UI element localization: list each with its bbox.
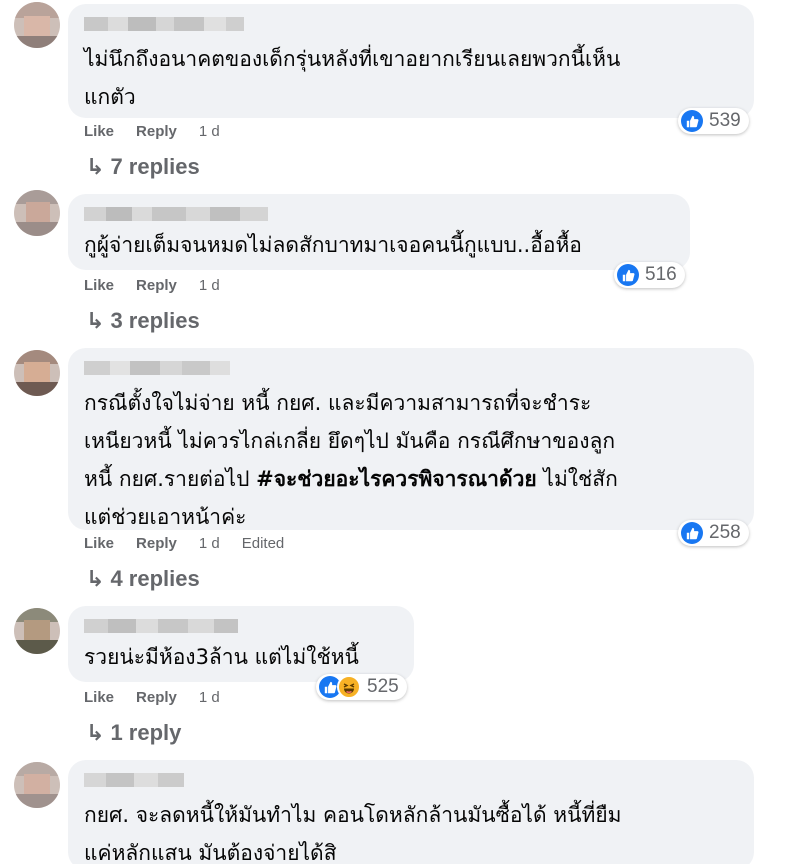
commenter-name-redacted[interactable] xyxy=(84,16,738,32)
reaction-summary[interactable]: 539 xyxy=(678,108,749,134)
comment-text: รวยน่ะมีห้อง3ล้าน แต่ไม่ใช้หนี้ xyxy=(84,645,359,669)
like-icon xyxy=(681,110,703,132)
comment-text: กรณีตั้งใจไม่จ่าย หนี้ กยศ. และมีความสาม… xyxy=(84,391,592,415)
timestamp[interactable]: 1 d xyxy=(199,689,220,706)
comment-text: กยศ. จะลดหนี้ให้มันทำไม คอนโดหลักล้านมัน… xyxy=(84,803,622,827)
haha-icon xyxy=(337,675,361,699)
reply-arrow-icon: ↳ xyxy=(86,154,105,180)
avatar[interactable] xyxy=(14,608,60,654)
view-replies-link[interactable]: ↳ 7 replies xyxy=(86,154,200,180)
commenter-name-redacted[interactable] xyxy=(84,772,738,788)
avatar[interactable] xyxy=(14,190,60,236)
like-button[interactable]: Like xyxy=(84,277,114,294)
comment-actions: Like Reply 1 d Edited xyxy=(84,535,284,552)
comment-bubble: กยศ. จะลดหนี้ให้มันทำไม คอนโดหลักล้านมัน… xyxy=(68,760,754,864)
like-button[interactable]: Like xyxy=(84,123,114,140)
view-replies-link[interactable]: ↳ 1 reply xyxy=(86,720,181,746)
commenter-name-redacted[interactable] xyxy=(84,206,674,222)
like-icon xyxy=(681,522,703,544)
reply-button[interactable]: Reply xyxy=(136,689,177,706)
replies-count-label: 3 replies xyxy=(110,308,200,333)
edited-label[interactable]: Edited xyxy=(242,535,285,552)
commenter-name-redacted[interactable] xyxy=(84,618,398,634)
avatar[interactable] xyxy=(14,350,60,396)
comment-bubble: ไม่นึกถึงอนาคตของเด็กรุ่นหลังที่เขาอยากเ… xyxy=(68,4,754,118)
view-replies-link[interactable]: ↳ 3 replies xyxy=(86,308,200,334)
comment-text: แต่ช่วยเอาหน้าค่ะ xyxy=(84,505,247,529)
replies-count-label: 1 reply xyxy=(110,720,182,745)
comment-bubble: กรณีตั้งใจไม่จ่าย หนี้ กยศ. และมีความสาม… xyxy=(68,348,754,530)
commenter-name-redacted[interactable] xyxy=(84,360,738,376)
comment-text: ไม่ใช่สัก xyxy=(536,467,618,491)
like-icon xyxy=(617,264,639,286)
timestamp[interactable]: 1 d xyxy=(199,123,220,140)
comment-bubble: รวยน่ะมีห้อง3ล้าน แต่ไม่ใช้หนี้ xyxy=(68,606,414,682)
comment-text: แค่หลักแสน มันต้องจ่ายได้สิ xyxy=(84,841,337,864)
timestamp[interactable]: 1 d xyxy=(199,535,220,552)
reaction-count: 258 xyxy=(709,522,741,543)
reaction-summary[interactable]: 525 xyxy=(316,674,407,700)
replies-count-label: 4 replies xyxy=(110,566,200,591)
hashtag-link[interactable]: #จะช่วยอะไรควรพิจารณาด้วย xyxy=(256,467,537,491)
comment-text: แกตัว xyxy=(84,85,136,109)
reaction-summary[interactable]: 258 xyxy=(678,520,749,546)
like-button[interactable]: Like xyxy=(84,689,114,706)
comment-text-line: หนี้ กยศ.รายต่อไป #จะช่วยอะไรควรพิจารณาด… xyxy=(84,460,738,498)
comment-text: เหนียวหนี้ ไม่ควรไกล่เกลี่ย ยึดๆไป มันคื… xyxy=(84,429,616,453)
reply-button[interactable]: Reply xyxy=(136,535,177,552)
reaction-count: 539 xyxy=(709,110,741,131)
avatar[interactable] xyxy=(14,2,60,48)
reply-arrow-icon: ↳ xyxy=(86,308,105,334)
comment-text: กูผู้จ่ายเต็มจนหมดไม่ลดสักบาทมาเจอคนนี้ก… xyxy=(84,233,582,257)
reaction-summary[interactable]: 516 xyxy=(614,262,685,288)
reply-button[interactable]: Reply xyxy=(136,123,177,140)
view-replies-link[interactable]: ↳ 4 replies xyxy=(86,566,200,592)
timestamp[interactable]: 1 d xyxy=(199,277,220,294)
comment-actions: Like Reply 1 d xyxy=(84,277,220,294)
reaction-count: 525 xyxy=(367,676,399,697)
reaction-count: 516 xyxy=(645,264,677,285)
like-button[interactable]: Like xyxy=(84,535,114,552)
comment-actions: Like Reply 1 d xyxy=(84,123,220,140)
comment-text: ไม่นึกถึงอนาคตของเด็กรุ่นหลังที่เขาอยากเ… xyxy=(84,47,621,71)
replies-count-label: 7 replies xyxy=(110,154,200,179)
reply-arrow-icon: ↳ xyxy=(86,720,105,746)
comment-actions: Like Reply 1 d xyxy=(84,689,220,706)
reply-button[interactable]: Reply xyxy=(136,277,177,294)
comment-bubble: กูผู้จ่ายเต็มจนหมดไม่ลดสักบาทมาเจอคนนี้ก… xyxy=(68,194,690,270)
reply-arrow-icon: ↳ xyxy=(86,566,105,592)
comment-text: หนี้ กยศ.รายต่อไป xyxy=(84,467,257,491)
avatar[interactable] xyxy=(14,762,60,808)
